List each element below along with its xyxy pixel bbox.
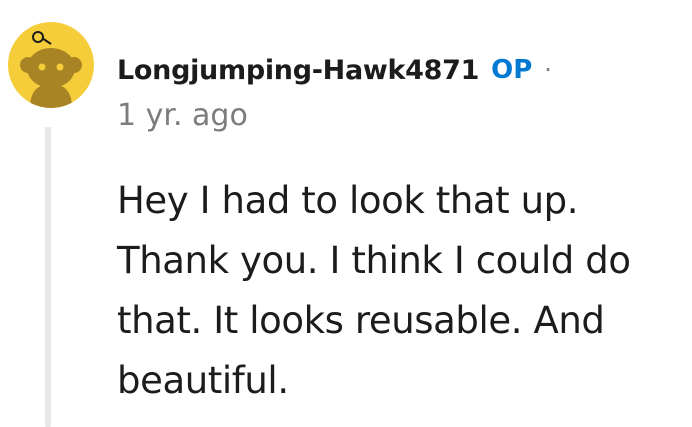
op-badge: OP (491, 55, 533, 85)
avatar[interactable] (8, 22, 94, 108)
thread-collapse-line[interactable] (45, 127, 51, 427)
meta-separator: · (544, 56, 552, 84)
comment-body: Hey I had to look that up. Thank you. I … (117, 179, 631, 402)
username-link[interactable]: Longjumping-Hawk4871 (117, 55, 479, 86)
reddit-snoo-avatar-icon (20, 31, 82, 108)
comment-timestamp[interactable]: 1 yr. ago (117, 98, 248, 133)
comment-meta: Longjumping-Hawk4871 OP · (117, 50, 552, 90)
comment: Longjumping-Hawk4871 OP · 1 yr. ago Hey … (0, 0, 692, 427)
